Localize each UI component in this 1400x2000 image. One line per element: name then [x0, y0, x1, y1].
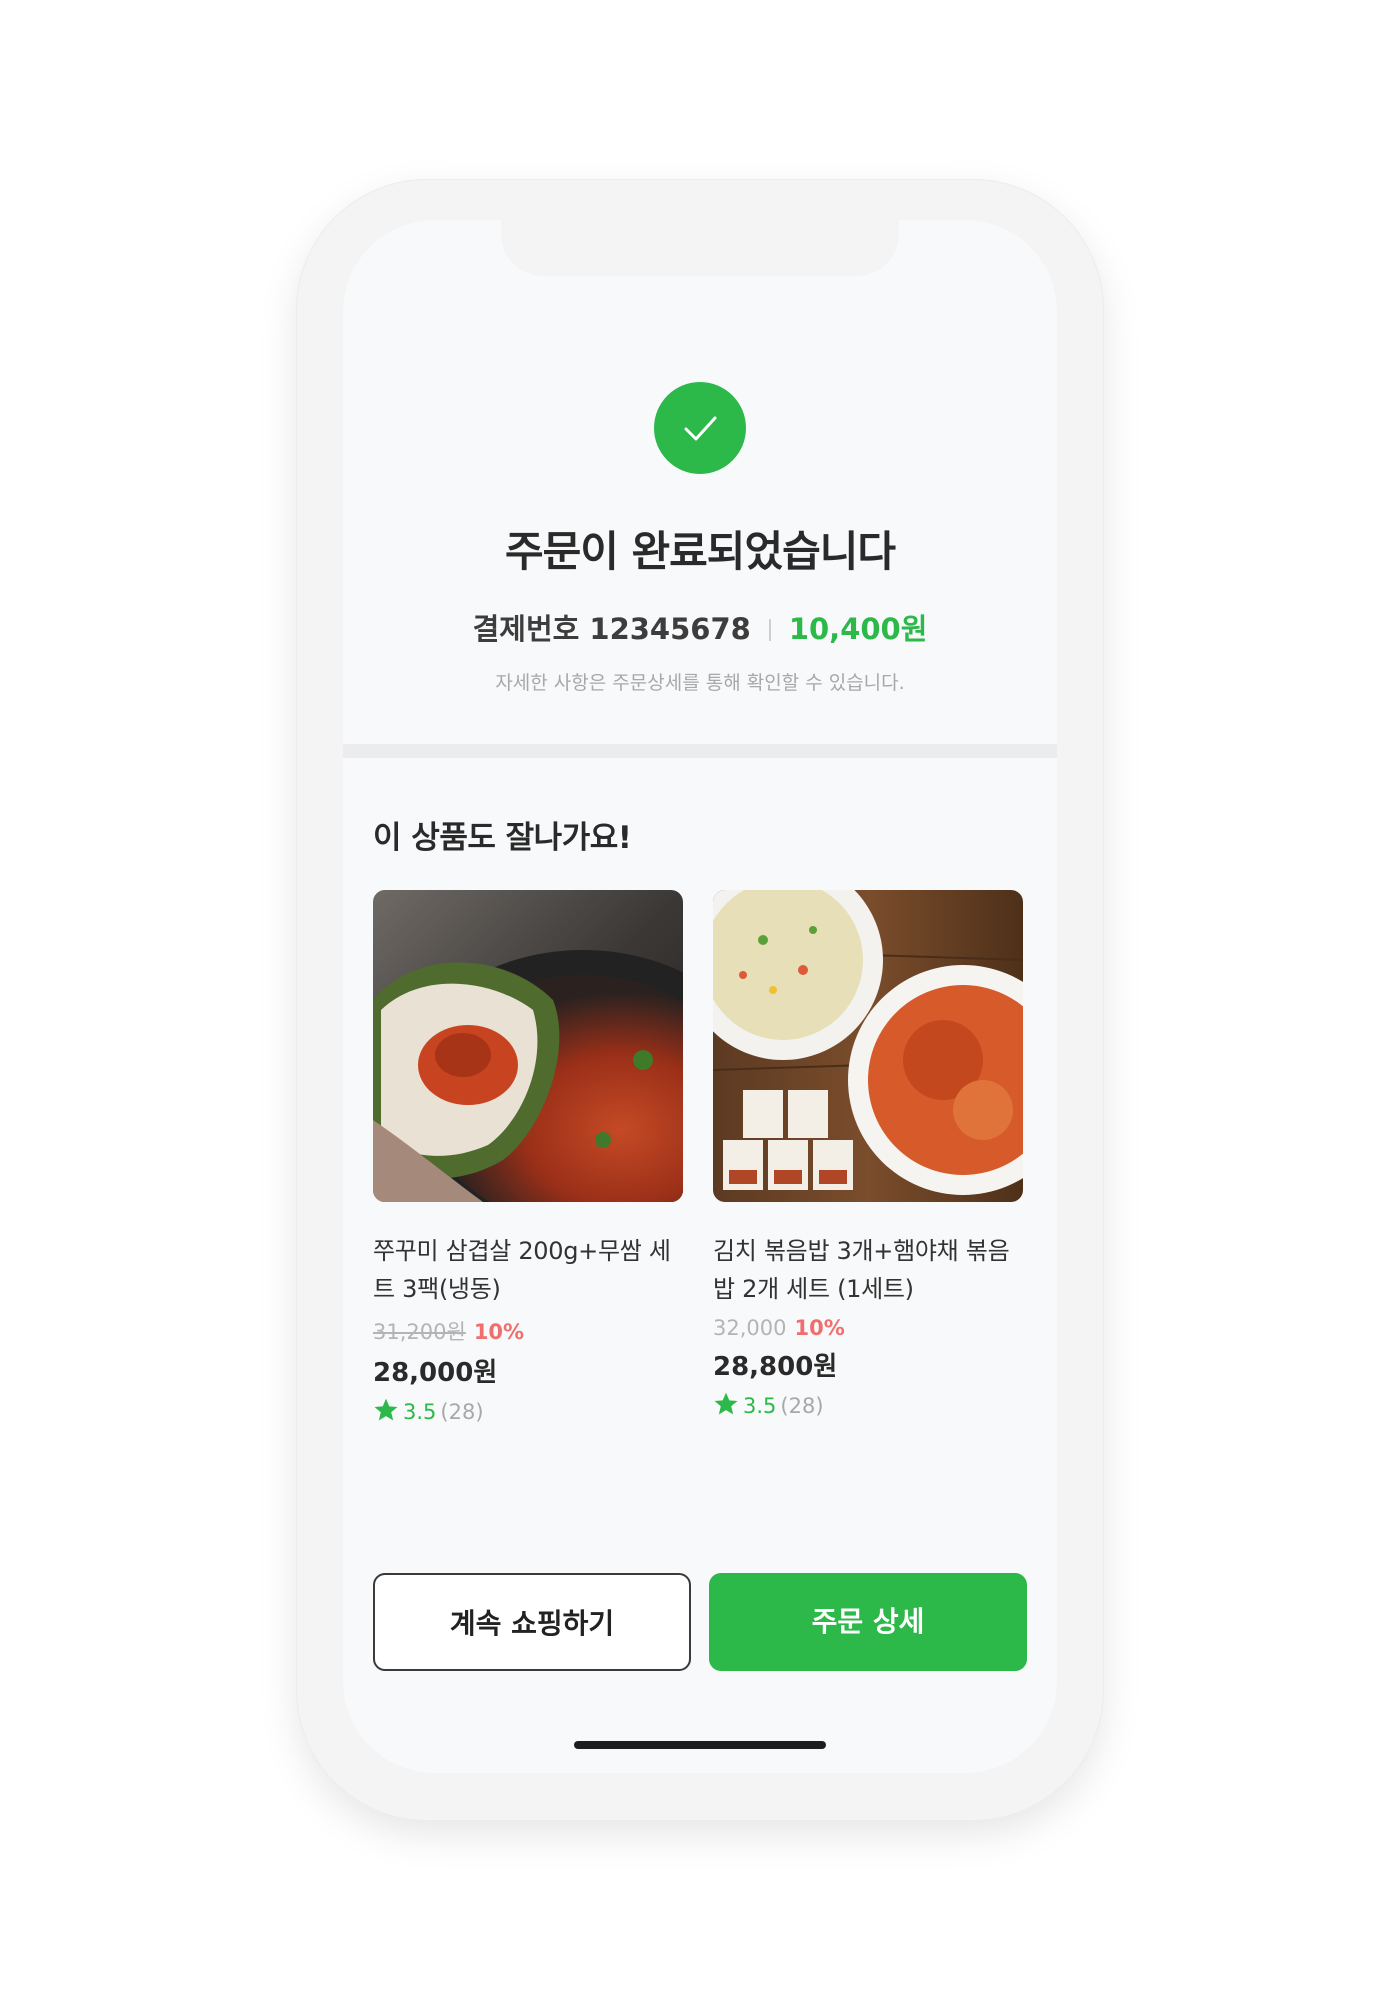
phone-notch	[501, 220, 899, 276]
phone-screen: 주문이 완료되었습니다 결제번호 12345678 10,400원 자세한 사항은…	[343, 220, 1057, 1773]
product-image[interactable]	[373, 890, 683, 1202]
discount-rate: 10%	[473, 1320, 525, 1344]
section-divider	[343, 744, 1057, 758]
rating: 3.5 (28)	[373, 1397, 683, 1424]
price-row: 32,000 10%	[713, 1316, 1023, 1340]
detail-notice: 자세한 사항은 주문상세를 통해 확인할 수 있습니다.	[495, 672, 905, 694]
continue-shopping-button[interactable]: 계속 쇼핑하기	[373, 1573, 691, 1671]
recommend-title: 이 상품도 잘나가요!	[373, 820, 632, 856]
home-indicator[interactable]	[574, 1741, 826, 1749]
payment-amount: 10,400원	[788, 612, 928, 646]
payment-info: 결제번호 12345678 10,400원	[343, 606, 1057, 648]
original-price: 31,200원	[373, 1320, 466, 1344]
sale-price: 28,800원	[713, 1352, 838, 1382]
original-price: 32,000	[713, 1316, 787, 1340]
payment-number: 결제번호 12345678	[472, 612, 751, 646]
product-card[interactable]: 쭈꾸미 삼겹살 200g+무쌈 세트 3팩(냉동) 31,200원 10% 28,…	[373, 890, 683, 1424]
product-name[interactable]: 김치 볶음밥 3개+햄야채 볶음밥 2개 세트 (1세트)	[713, 1232, 1023, 1308]
order-detail-button[interactable]: 주문 상세	[709, 1573, 1027, 1671]
product-image[interactable]	[713, 890, 1023, 1202]
check-icon	[654, 382, 746, 474]
product-card[interactable]: 김치 볶음밥 3개+햄야채 볶음밥 2개 세트 (1세트) 32,000 10% …	[713, 890, 1023, 1418]
star-icon	[374, 1398, 398, 1421]
review-count: (28)	[780, 1394, 824, 1418]
order-complete-title: 주문이 완료되었습니다	[504, 527, 896, 576]
rating-score: 3.5	[403, 1400, 437, 1424]
sale-price: 28,000원	[373, 1358, 498, 1388]
review-count: (28)	[440, 1400, 484, 1424]
price-row: 31,200원 10%	[373, 1316, 683, 1346]
product-name[interactable]: 쭈꾸미 삼겹살 200g+무쌈 세트 3팩(냉동)	[373, 1232, 683, 1308]
discount-rate: 10%	[794, 1316, 845, 1340]
rating-score: 3.5	[743, 1394, 777, 1418]
star-icon	[714, 1392, 738, 1415]
rating: 3.5 (28)	[713, 1391, 1023, 1418]
divider	[768, 619, 771, 641]
